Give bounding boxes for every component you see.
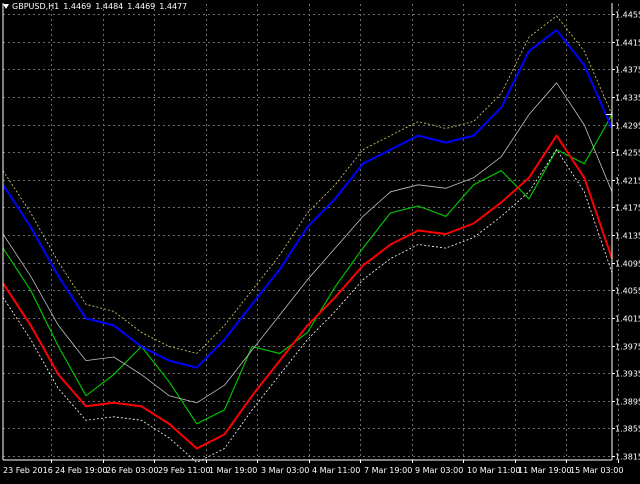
price-tick-label: 1.3895 <box>615 398 640 407</box>
time-tick-label: 7 Mar 19:00 <box>364 466 412 475</box>
price-tick-label: 1.4255 <box>615 149 640 158</box>
price-tick-label: 1.4455 <box>615 11 640 20</box>
time-tick-label: 29 Feb 11:00 <box>158 466 210 475</box>
chart-window[interactable]: 1.4455 1.4415 1.4375 1.4335 1.4295 1.4255 1.42… <box>0 0 640 480</box>
time-tick-label: 24 Feb 19:00 <box>55 466 107 475</box>
triangle-down-icon[interactable] <box>3 4 9 9</box>
price-tick-label: 1.3935 <box>615 370 640 379</box>
price-tick-label: 1.4335 <box>615 94 640 103</box>
price-tick-label: 1.3855 <box>615 425 640 434</box>
time-tick-label: 10 Mar 11:00 <box>467 466 520 475</box>
time-tick-label: 26 Feb 03:00 <box>106 466 158 475</box>
price-tick-label: 1.4415 <box>615 39 640 48</box>
price-tick-label: 1.4215 <box>615 177 640 186</box>
ohlc-open: 1.4469 <box>63 2 92 11</box>
chart-header: GBPUSD,H1 1.4469 1.4484 1.4469 1.4477 <box>3 2 187 12</box>
price-tick-label: 1.4015 <box>615 315 640 324</box>
ohlc-high: 1.4484 <box>95 2 124 11</box>
time-tick-label: 23 Feb 2016 <box>3 466 53 475</box>
time-tick-label: 4 Mar 11:00 <box>312 466 360 475</box>
time-tick-label: 1 Mar 19:00 <box>209 466 257 475</box>
time-tick-label: 11 Mar 19:00 <box>518 466 571 475</box>
price-tick-label: 1.4295 <box>615 122 640 131</box>
price-tick-label: 1.4055 <box>615 287 640 296</box>
ohlc-low: 1.4469 <box>127 2 156 11</box>
price-tick-label: 1.4095 <box>615 260 640 269</box>
price-tick-label: 1.3975 <box>615 343 640 352</box>
price-tick-label: 1.4135 <box>615 232 640 241</box>
time-tick-label: 9 Mar 03:00 <box>415 466 463 475</box>
time-tick-label: 15 Mar 03:00 <box>570 466 623 475</box>
symbol-label: GBPUSD,H1 <box>12 2 60 11</box>
ohlc-close: 1.4477 <box>159 2 188 11</box>
time-tick-label: 3 Mar 03:00 <box>261 466 309 475</box>
price-chart[interactable]: 1.4455 1.4415 1.4375 1.4335 1.4295 1.4255 1.42… <box>0 0 640 480</box>
price-tick-label: 1.4375 <box>615 66 640 75</box>
price-tick-label: 1.4175 <box>615 204 640 213</box>
